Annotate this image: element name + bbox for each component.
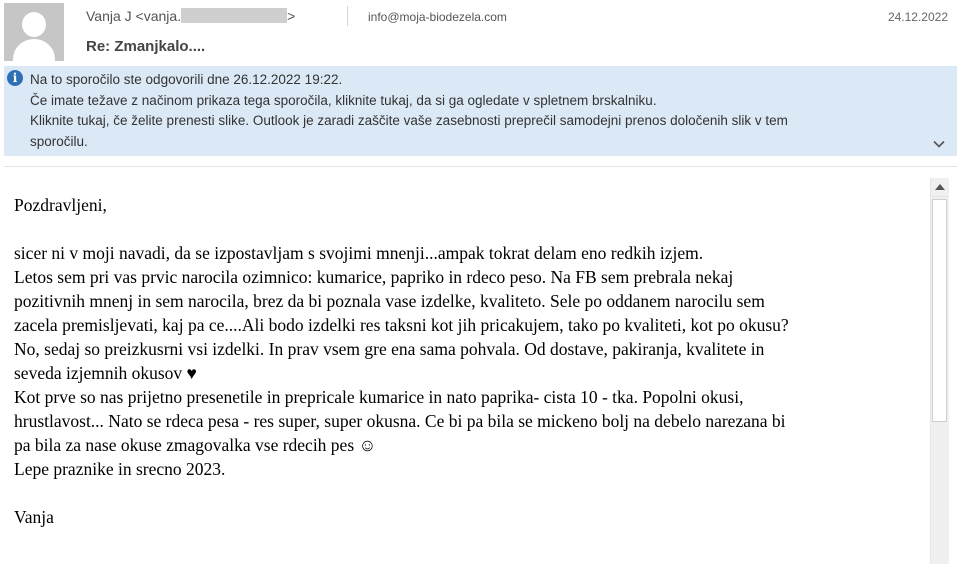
sender-name: Vanja J <vanja. [86, 8, 182, 24]
body-line: Letos sem pri vas prvic narocila ozimnic… [14, 267, 734, 287]
message-subject: Re: Zmanjkalo.... [86, 38, 206, 55]
message-body-pane[interactable]: Pozdravljeni, sicer ni v moji navadi, da… [0, 167, 930, 564]
header-separator [347, 6, 348, 26]
download-pictures-link-continued[interactable]: sporočilu. [30, 132, 930, 153]
view-in-browser-link[interactable]: Če imate težave z načinom prikaza tega s… [30, 91, 930, 112]
greeting-line: Pozdravljeni, [14, 195, 107, 215]
scroll-thumb[interactable] [932, 199, 947, 422]
sender-address[interactable]: Vanja J <vanja. > [86, 8, 295, 24]
body-line: hrustlavost... Nato se rdeca pesa - res … [14, 411, 786, 431]
download-pictures-link[interactable]: Kliknite tukaj, če želite prenesti slike… [30, 111, 930, 132]
body-line: Kot prve so nas prijetno presenetile in … [14, 387, 744, 407]
body-line: Lepe praznike in srecno 2023. [14, 459, 226, 479]
body-line: pa bila za nase okuse zmagovalka vse rde… [14, 435, 377, 455]
vertical-scrollbar[interactable] [930, 178, 949, 564]
body-line: zacela premisljevati, kaj pa ce....Ali b… [14, 315, 789, 335]
info-lines: Na to sporočilo ste odgovorili dne 26.12… [30, 70, 930, 152]
signature-line: Vanja [14, 507, 54, 527]
message-header: Vanja J <vanja. > info@moja-biodezela.com… [0, 0, 959, 66]
replied-notice: Na to sporočilo ste odgovorili dne 26.12… [30, 72, 343, 87]
redacted-block [181, 8, 288, 23]
recipient-address[interactable]: info@moja-biodezela.com [368, 10, 507, 24]
chevron-down-icon[interactable] [933, 138, 945, 150]
message-body: Pozdravljeni, sicer ni v moji navadi, da… [14, 193, 924, 529]
body-line: seveda izjemnih okusov ♥ [14, 363, 197, 383]
scroll-up-button[interactable] [931, 178, 949, 197]
info-icon: i [7, 70, 23, 86]
message-date: 24.12.2022 [887, 10, 948, 24]
sender-avatar[interactable] [4, 3, 64, 61]
body-line: pozitivnih mnenj in sem narocila, brez d… [14, 291, 765, 311]
arrow-up-icon [935, 184, 945, 190]
info-bar: i Na to sporočilo ste odgovorili dne 26.… [4, 66, 957, 156]
avatar-head-shape [22, 12, 46, 37]
avatar-body-shape [13, 39, 55, 61]
body-line: sicer ni v moji navadi, da se izpostavlj… [14, 243, 704, 263]
sender-bracket: > [287, 8, 296, 24]
body-line: No, sedaj so preizkusrni vsi izdelki. In… [14, 339, 765, 359]
